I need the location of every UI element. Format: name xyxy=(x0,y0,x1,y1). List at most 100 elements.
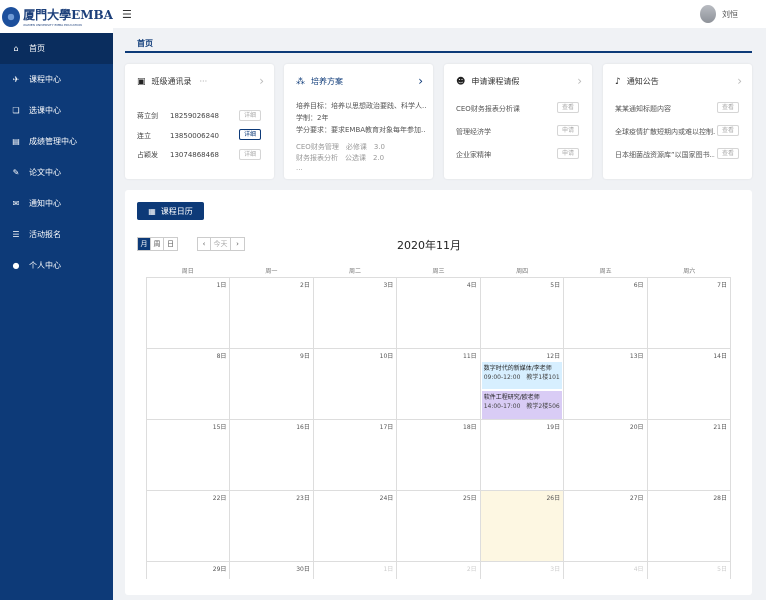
calendar-day[interactable]: 20日 xyxy=(563,420,646,490)
calendar-day[interactable]: 30日 xyxy=(229,562,312,579)
calendar-day[interactable]: 22日 xyxy=(146,491,229,561)
calendar-day[interactable]: 12日 数字时代的新媒体/李老师 09:00-12:00 教学1楼101 软件工程研究… xyxy=(479,349,563,419)
notice-item[interactable]: 日本细菌战资源库”以国家图书... xyxy=(615,150,715,160)
calendar-day[interactable]: 29日 xyxy=(146,562,229,579)
day-number: 30日 xyxy=(296,566,310,573)
view-day-button[interactable]: 日 xyxy=(164,238,177,250)
day-number: 2日 xyxy=(466,566,477,573)
weekday-label: 周二 xyxy=(348,268,361,275)
calendar-day[interactable]: 4日 xyxy=(563,562,646,579)
list-item: 占颖发 13074868468 xyxy=(137,151,219,159)
detail-button[interactable]: 详细 xyxy=(239,110,261,121)
calendar-day[interactable]: 2日 xyxy=(396,562,479,579)
calendar-day[interactable]: 14日 xyxy=(646,349,731,419)
calendar-day[interactable]: 17日 xyxy=(312,420,396,490)
avatar[interactable] xyxy=(700,5,716,23)
today-button[interactable]: 今天 xyxy=(211,238,231,250)
calendar-day[interactable]: 25日 xyxy=(396,491,479,561)
sidebar-item-7[interactable]: ● 个人中心 xyxy=(0,250,113,281)
view-button[interactable]: 查看 xyxy=(717,148,739,159)
calendar-day[interactable]: 16日 xyxy=(229,420,312,490)
notice-item[interactable]: 全球疫情扩散短期内或难以控制... xyxy=(615,127,715,137)
list-item: 管理经济学 xyxy=(456,128,491,136)
calendar-day[interactable]: 19日 xyxy=(479,420,563,490)
calendar-day[interactable]: 3日 xyxy=(312,278,396,348)
calendar-day[interactable]: 18日 xyxy=(396,420,479,490)
chevron-right-icon[interactable]: › xyxy=(737,74,742,88)
course-calendar-button[interactable]: ▦ 课程日历 xyxy=(137,202,204,220)
sidebar-item-3[interactable]: ▤ 成绩管理中心 xyxy=(0,126,113,157)
calendar-day[interactable]: 28日 xyxy=(646,491,731,561)
calendar-day[interactable]: 21日 xyxy=(646,420,731,490)
day-number: 21日 xyxy=(713,424,727,431)
calendar-event[interactable]: 软件工程研究/欧老师 14:00-17:00 教学2楼506 xyxy=(481,391,563,419)
calendar-day[interactable]: 1日 xyxy=(146,278,229,348)
view-button[interactable]: 查看 xyxy=(717,125,739,136)
sidebar-item-4[interactable]: ✎ 论文中心 xyxy=(0,157,113,188)
calendar-day[interactable]: 6日 xyxy=(563,278,646,348)
university-seal-icon xyxy=(2,6,21,27)
calendar-day[interactable]: 3日 xyxy=(479,562,563,579)
day-number: 27日 xyxy=(629,495,644,502)
day-number: 4日 xyxy=(466,282,477,289)
calendar-day[interactable]: 2日 xyxy=(229,278,312,348)
apply-button[interactable]: 申请 xyxy=(557,125,579,136)
calendar-day[interactable]: 8日 xyxy=(146,349,229,419)
sidebar-item-5[interactable]: ✉ 通知中心 xyxy=(0,188,113,219)
menu-toggle-icon[interactable]: ☰ xyxy=(122,8,132,21)
file-icon: ▤ xyxy=(12,137,20,146)
chevron-right-icon[interactable]: › xyxy=(418,74,423,88)
calendar-day[interactable]: 24日 xyxy=(312,491,396,561)
calendar-day[interactable]: 27日 xyxy=(563,491,646,561)
calendar-day[interactable]: 5日 xyxy=(646,562,731,579)
notice-card: ♪ 通知公告 › 某某通知标题内容 查看 全球疫情扩散短期内或难以控制... 查看… xyxy=(603,64,752,179)
breadcrumb-home[interactable]: 首页 xyxy=(137,38,153,49)
calendar-day[interactable]: 15日 xyxy=(146,420,229,490)
sidebar-item-0[interactable]: ⌂ 首页 xyxy=(0,33,113,64)
org-chart-icon: ⁂ xyxy=(296,76,305,87)
view-button[interactable]: 查看 xyxy=(717,102,739,113)
weekday-label: 周五 xyxy=(599,268,612,275)
sidebar-item-6[interactable]: ☰ 活动报名 xyxy=(0,219,113,250)
user-icon: ● xyxy=(12,261,20,270)
calendar-day[interactable]: 23日 xyxy=(229,491,312,561)
day-number: 5日 xyxy=(550,282,561,289)
calendar-title: 2020年11月 xyxy=(397,239,461,252)
detail-button[interactable]: 详细 xyxy=(239,149,261,160)
course-icon: ✈ xyxy=(12,75,20,84)
view-button[interactable]: 查看 xyxy=(557,102,579,113)
sidebar-item-label: 课程中心 xyxy=(29,75,61,84)
calendar-day[interactable]: 4日 xyxy=(396,278,479,348)
sidebar-item-2[interactable]: ❏ 选课中心 xyxy=(0,95,113,126)
calendar-day[interactable]: 13日 xyxy=(563,349,646,419)
calendar-day[interactable]: 5日 xyxy=(479,278,563,348)
calendar-day[interactable]: 1日 xyxy=(312,562,396,579)
day-number: 23日 xyxy=(296,495,310,502)
calendar-event[interactable]: 数字时代的新媒体/李老师 09:00-12:00 教学1楼101 xyxy=(481,362,563,389)
calendar-day[interactable]: 11日 xyxy=(396,349,479,419)
calendar-day[interactable]: 9日 xyxy=(229,349,312,419)
list-icon: ☰ xyxy=(12,230,20,239)
more-dots[interactable]: ··· xyxy=(200,77,208,86)
chevron-right-icon[interactable]: › xyxy=(577,74,582,88)
notice-item[interactable]: 某某通知标题内容 xyxy=(615,104,715,114)
day-number: 25日 xyxy=(463,495,477,502)
day-number: 24日 xyxy=(379,495,394,502)
next-month-button[interactable]: › xyxy=(231,238,244,250)
card-title: 班级通讯录 xyxy=(151,77,192,86)
day-number: 19日 xyxy=(546,424,561,431)
calendar-day[interactable]: 10日 xyxy=(312,349,396,419)
logo[interactable]: 厦門大學EMBA XIAMEN UNIVERSITY EMBA EDUCATIO… xyxy=(0,0,113,33)
view-week-button[interactable]: 周 xyxy=(151,238,164,250)
prev-month-button[interactable]: ‹ xyxy=(198,238,211,250)
view-month-button[interactable]: 月 xyxy=(138,238,151,250)
username[interactable]: 刘恒 xyxy=(722,9,738,20)
detail-button[interactable]: 详细 xyxy=(239,129,261,140)
sidebar-item-1[interactable]: ✈ 课程中心 xyxy=(0,64,113,95)
day-number: 1日 xyxy=(383,566,394,573)
apply-button[interactable]: 申请 xyxy=(557,148,579,159)
chevron-right-icon[interactable]: › xyxy=(259,74,264,88)
calendar-day[interactable]: 7日 xyxy=(646,278,731,348)
plan-line: 学分要求：要求EMBA教育对象每年参加... xyxy=(296,126,426,134)
calendar-day[interactable]: 26日 xyxy=(479,491,564,561)
